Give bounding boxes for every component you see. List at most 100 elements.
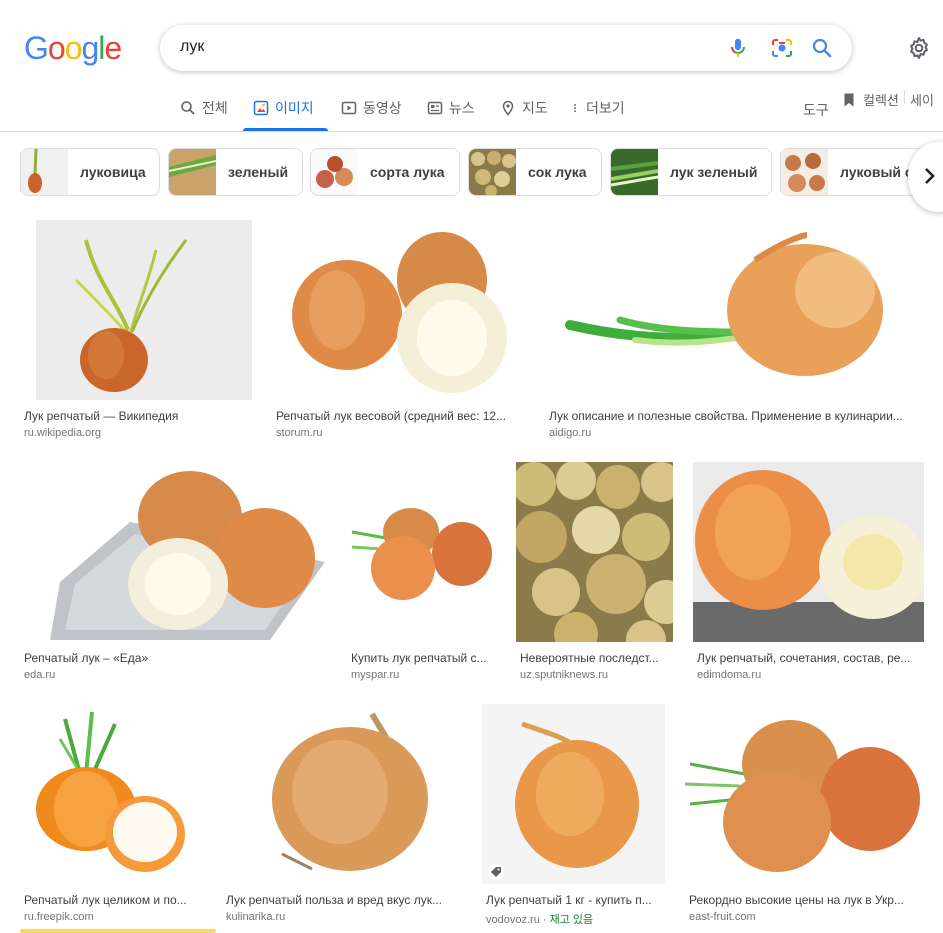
search-input[interactable]: лук <box>180 38 204 56</box>
logo-letter: G <box>24 30 49 66</box>
result-site: aidigo.ru <box>549 427 592 439</box>
chip-onion-bulb[interactable]: луковица <box>20 148 160 196</box>
image-result[interactable]: Невероятные последст... uz.sputniknews.r… <box>516 462 673 684</box>
result-site: kulinarika.ru <box>226 911 286 923</box>
tab-news[interactable]: 뉴스 <box>427 98 475 118</box>
result-thumbnail <box>545 220 924 400</box>
tab-maps[interactable]: 지도 <box>500 98 548 118</box>
microphone-icon[interactable] <box>726 36 750 60</box>
result-thumbnail <box>20 704 202 884</box>
tab-all[interactable]: 전체 <box>180 98 228 118</box>
image-result[interactable]: Репчатый лук целиком и по... ru.freepik.… <box>20 704 202 926</box>
result-thumbnail <box>693 462 924 642</box>
bookmark-icon <box>844 93 854 106</box>
result-title: Репчатый лук весовой (средний вес: 12... <box>276 409 507 423</box>
image-result[interactable]: Лук репчатый, сочетания, состав, ре... e… <box>693 462 924 684</box>
result-site: edimdoma.ru <box>697 669 762 681</box>
image-result[interactable]: Лук репчатый — Википедия ru.wikipedia.or… <box>20 220 252 442</box>
price-tag-icon <box>488 864 504 880</box>
result-thumbnail <box>36 220 252 400</box>
tab-label: 지도 <box>522 100 548 116</box>
chip-green-onion[interactable]: лук зеленый <box>610 148 772 196</box>
more-vert-icon <box>574 103 576 113</box>
result-site: myspar.ru <box>351 669 400 681</box>
image-result[interactable]: Купить лук репчатый с... myspar.ru <box>347 462 496 684</box>
collections-button[interactable]: 컬렉션 <box>841 90 899 109</box>
tab-label: 더보기 <box>586 100 625 116</box>
search-tabs: 전체 이미지 동영상 뉴스 지도 더보기 도구 컬렉션 세이 <box>0 88 943 132</box>
result-title: Лук репчатый, сочетания, состав, ре... <box>697 651 911 665</box>
play-icon <box>341 101 357 115</box>
map-pin-icon <box>502 100 514 116</box>
image-result[interactable]: Лук репчатый 1 кг - купить п... vodovoz.… <box>482 704 665 926</box>
result-title: Лук репчатый 1 кг - купить п... <box>486 893 652 907</box>
result-thumbnail <box>272 220 525 400</box>
result-thumbnail <box>482 704 665 884</box>
chip-label: лук зеленый <box>670 164 758 180</box>
image-icon <box>253 100 269 116</box>
chip-thumbnail <box>169 149 216 195</box>
chip-thumbnail <box>21 149 68 195</box>
chip-onion-juice[interactable]: сок лука <box>468 148 602 196</box>
result-site: ru.freepik.com <box>24 911 94 923</box>
logo-letter: o <box>47 30 66 66</box>
logo-letter: e <box>104 30 122 66</box>
result-title: Купить лук репчатый с... <box>351 651 487 665</box>
google-logo[interactable]: Google <box>24 30 122 67</box>
result-site: east-fruit.com <box>689 911 756 923</box>
result-title: Лук описание и полезные свойства. Примен… <box>549 409 903 423</box>
tab-label: 이미지 <box>275 100 314 116</box>
chip-thumbnail <box>611 149 658 195</box>
news-icon <box>427 101 443 115</box>
result-thumbnail <box>222 704 462 884</box>
result-title: Лук репчатый — Википедия <box>24 409 179 423</box>
active-tab-indicator <box>243 128 328 131</box>
chip-thumbnail <box>469 149 516 195</box>
chip-thumbnail <box>311 149 358 195</box>
tools-button[interactable]: 도구 <box>803 100 829 120</box>
related-search-chips: луковица зеленый сорта лука сок лука лук… <box>20 148 943 196</box>
search-icon[interactable] <box>810 36 834 60</box>
collections-label: 컬렉션 <box>863 93 899 108</box>
chip-green[interactable]: зеленый <box>168 148 303 196</box>
divider <box>904 90 905 104</box>
search-box[interactable]: лук <box>160 25 852 71</box>
result-site: uz.sputniknews.ru <box>520 669 609 681</box>
image-result[interactable]: Репчатый лук весовой (средний вес: 12...… <box>272 220 525 442</box>
saved-safesearch-label[interactable]: 세이 <box>910 90 934 109</box>
chip-thumbnail <box>781 149 828 195</box>
result-title: Лук репчатый польза и вред вкус лук... <box>226 893 442 907</box>
loading-bar <box>20 929 216 933</box>
settings-gear-icon[interactable] <box>907 36 931 60</box>
tab-images[interactable]: 이미지 <box>253 98 314 118</box>
logo-letter: o <box>64 30 83 66</box>
chevron-right-icon <box>925 168 935 184</box>
tab-label: 전체 <box>202 100 228 116</box>
chip-label: сорта лука <box>370 164 445 180</box>
result-title: Репчатый лук – «Еда» <box>24 651 149 665</box>
result-title: Рекордно высокие цены на лук в Укр... <box>689 893 904 907</box>
tab-more[interactable]: 더보기 <box>570 98 625 118</box>
image-result[interactable]: Лук репчатый польза и вред вкус лук... k… <box>222 704 462 926</box>
tab-videos[interactable]: 동영상 <box>341 98 402 118</box>
image-result[interactable]: Рекордно высокие цены на лук в Укр... ea… <box>685 704 924 926</box>
logo-letter: g <box>81 30 99 66</box>
result-thumbnail <box>685 704 924 884</box>
camera-lens-icon[interactable] <box>770 36 794 60</box>
chip-onion-varieties[interactable]: сорта лука <box>310 148 460 196</box>
image-result[interactable]: Репчатый лук – «Еда» eda.ru <box>20 462 327 684</box>
tab-label: 뉴스 <box>449 100 475 116</box>
result-title: Репчатый лук целиком и по... <box>24 893 187 907</box>
result-site-with-stock: vodovoz.ru · 재고 있음 <box>486 914 594 926</box>
result-thumbnail <box>347 462 496 642</box>
chip-label: луковица <box>80 164 146 180</box>
result-site: vodovoz.ru <box>486 914 540 926</box>
chip-label: зеленый <box>228 164 289 180</box>
result-site: storum.ru <box>276 427 323 439</box>
search-icon <box>181 101 195 115</box>
result-site: ru.wikipedia.org <box>24 427 102 439</box>
chip-label: сок лука <box>528 164 587 180</box>
result-site: eda.ru <box>24 669 56 681</box>
tab-label: 동영상 <box>363 100 402 116</box>
image-result[interactable]: Лук описание и полезные свойства. Примен… <box>545 220 924 442</box>
